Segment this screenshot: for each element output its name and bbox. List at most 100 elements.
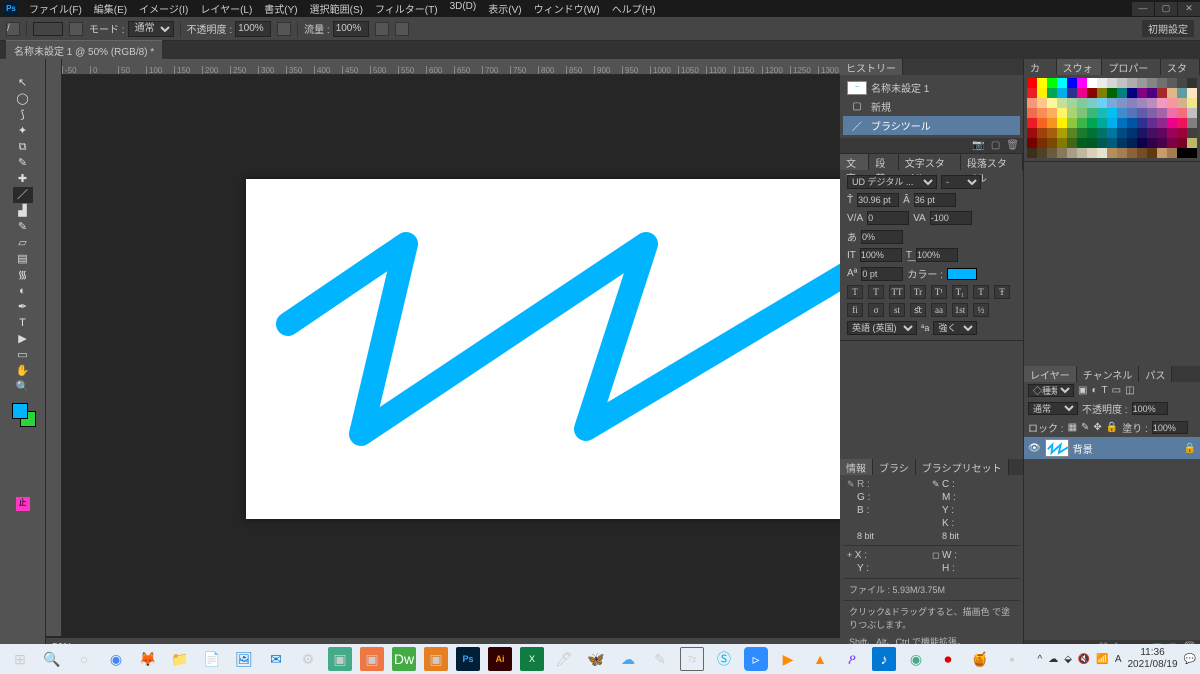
settings-icon[interactable]: ⚙	[296, 647, 320, 671]
app-icon-4[interactable]: 🦋	[584, 647, 608, 671]
swatch[interactable]	[1137, 138, 1147, 148]
swatch[interactable]	[1087, 88, 1097, 98]
swatch[interactable]	[1177, 78, 1187, 88]
clock[interactable]: 11:36 2021/08/19	[1127, 647, 1177, 671]
blend-mode-select[interactable]: 通常	[128, 21, 174, 37]
swatch[interactable]	[1147, 78, 1157, 88]
swatch[interactable]	[1107, 138, 1117, 148]
swatch[interactable]	[1117, 98, 1127, 108]
marquee-tool[interactable]: ◯	[13, 91, 33, 107]
menu-window[interactable]: ウィンドウ(W)	[529, 0, 605, 18]
filter-shape-icon[interactable]: ▭	[1112, 385, 1121, 396]
swatch[interactable]	[1057, 148, 1067, 158]
menu-help[interactable]: ヘルプ(H)	[607, 0, 661, 18]
lock-paint-icon[interactable]: ✎	[1081, 422, 1089, 433]
char-tab[interactable]: 文字	[840, 154, 869, 170]
swatch[interactable]	[1077, 108, 1087, 118]
tray-vol-icon[interactable]: 🔇	[1078, 654, 1090, 665]
swatch[interactable]	[1067, 78, 1077, 88]
menu-3d[interactable]: 3D(D)	[445, 0, 482, 18]
swatch[interactable]	[1187, 78, 1197, 88]
swatch[interactable]	[1037, 128, 1047, 138]
swatch[interactable]	[1187, 148, 1197, 158]
swatch[interactable]	[1157, 128, 1167, 138]
layer-fill-input[interactable]	[1152, 421, 1188, 434]
menu-file[interactable]: ファイル(F)	[24, 0, 87, 18]
brush-tab[interactable]: ブラシ	[873, 459, 916, 475]
history-step-brush[interactable]: ／ブラシツール	[843, 116, 1020, 135]
baseline-input[interactable]	[861, 267, 903, 281]
info-tab[interactable]: 情報	[840, 459, 873, 475]
swatch[interactable]	[1107, 128, 1117, 138]
swatch[interactable]	[1177, 138, 1187, 148]
photos-icon[interactable]: 🖼	[232, 647, 256, 671]
swatch[interactable]	[1097, 78, 1107, 88]
swatch[interactable]	[1137, 78, 1147, 88]
opacity-input[interactable]	[235, 21, 271, 37]
history-delete-icon[interactable]: 🗑	[1006, 140, 1019, 151]
quickmask-toggle[interactable]: 止	[16, 497, 30, 511]
lock-trans-icon[interactable]: ▦	[1068, 422, 1077, 433]
swatch[interactable]	[1117, 88, 1127, 98]
swatch[interactable]	[1087, 148, 1097, 158]
swatch[interactable]	[1057, 138, 1067, 148]
dodge-tool[interactable]: ◐	[13, 283, 33, 299]
minimize-button[interactable]: —	[1132, 2, 1154, 16]
zoom-icon[interactable]: ▹	[744, 647, 768, 671]
swatch[interactable]	[1067, 98, 1077, 108]
styles-tab[interactable]: スタイル	[1161, 59, 1200, 75]
tray-net-icon[interactable]: 📶	[1096, 654, 1108, 665]
swatch[interactable]	[1097, 108, 1107, 118]
brush-tool[interactable]: ／	[13, 187, 33, 203]
swatch[interactable]	[1127, 98, 1137, 108]
leading-input[interactable]	[914, 193, 956, 207]
app-icon-9[interactable]: 🍯	[968, 647, 992, 671]
app-icon-10[interactable]: ▪	[1000, 647, 1024, 671]
eyedropper-tool[interactable]: ✎	[13, 155, 33, 171]
healing-tool[interactable]: ✚	[13, 171, 33, 187]
faux-bold[interactable]: T	[847, 285, 863, 299]
swatch[interactable]	[1147, 128, 1157, 138]
swatch[interactable]	[1167, 98, 1177, 108]
swatch[interactable]	[1027, 138, 1037, 148]
swatch[interactable]	[1087, 108, 1097, 118]
scale-input[interactable]	[861, 230, 903, 244]
swatch[interactable]	[1147, 88, 1157, 98]
lock-pos-icon[interactable]: ✥	[1093, 422, 1101, 433]
workspace-button[interactable]: 初期設定	[1142, 20, 1194, 37]
swatch[interactable]	[1167, 148, 1177, 158]
swatch[interactable]	[1027, 78, 1037, 88]
menu-edit[interactable]: 編集(E)	[89, 0, 132, 18]
swatch[interactable]	[1047, 148, 1057, 158]
brush-preset[interactable]	[33, 22, 63, 36]
swatch[interactable]	[1087, 128, 1097, 138]
swatch[interactable]	[1147, 108, 1157, 118]
pressure-opacity-toggle[interactable]	[277, 22, 291, 36]
swatch[interactable]	[1057, 108, 1067, 118]
swatch[interactable]	[1037, 148, 1047, 158]
tool-preset-icon[interactable]: /	[6, 22, 20, 36]
swatch[interactable]	[1127, 138, 1137, 148]
strikethrough[interactable]: Ŧ	[994, 285, 1010, 299]
pen-tool[interactable]: ✒	[13, 299, 33, 315]
small-caps[interactable]: Tr	[910, 285, 926, 299]
swatches-tab[interactable]: スウォッチ	[1057, 59, 1103, 75]
swatch[interactable]	[1187, 108, 1197, 118]
swatch[interactable]	[1177, 118, 1187, 128]
swatch[interactable]	[1177, 128, 1187, 138]
swatch-grid[interactable]	[1027, 78, 1197, 158]
canvas[interactable]	[246, 179, 840, 519]
swatch[interactable]	[1087, 118, 1097, 128]
swatch[interactable]	[1187, 118, 1197, 128]
layer-background[interactable]: 👁 背景 🔒	[1024, 437, 1200, 459]
swatch[interactable]	[1127, 118, 1137, 128]
tracking-input[interactable]	[930, 211, 972, 225]
superscript[interactable]: T¹	[931, 285, 947, 299]
swatch[interactable]	[1157, 78, 1167, 88]
swatch[interactable]	[1147, 118, 1157, 128]
swatch[interactable]	[1077, 128, 1087, 138]
swatch[interactable]	[1107, 108, 1117, 118]
swatch[interactable]	[1047, 118, 1057, 128]
swatch[interactable]	[1107, 88, 1117, 98]
font-style-select[interactable]: -	[941, 175, 981, 189]
